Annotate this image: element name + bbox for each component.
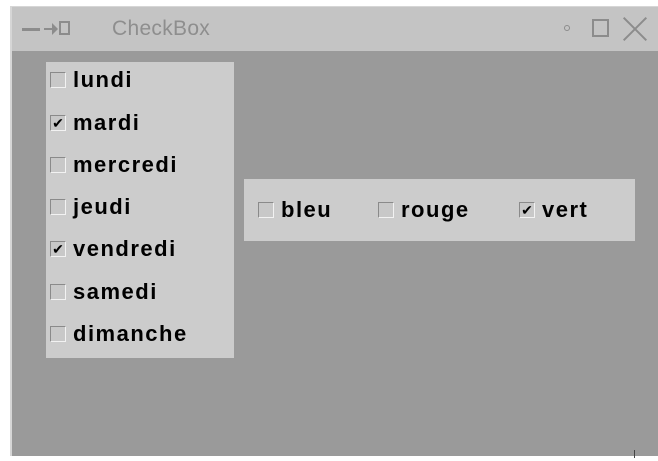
checkbox-box[interactable] <box>258 202 274 218</box>
colors-panel: bleu rouge ✔ vert <box>244 179 635 241</box>
checkbox-label: samedi <box>73 279 158 304</box>
checkbox-label: dimanche <box>73 321 188 346</box>
menu-icon[interactable] <box>22 28 40 31</box>
checkbox-box[interactable] <box>50 199 66 215</box>
checkbox-label: lundi <box>73 67 134 92</box>
checkbox-label: jeudi <box>73 194 132 219</box>
checkbox-box[interactable]: ✔ <box>519 202 535 218</box>
checkbox-box[interactable] <box>50 284 66 300</box>
days-panel: lundi ✔ mardi mercredi jeudi ✔ vendredi … <box>46 62 234 358</box>
maximize-icon[interactable] <box>592 19 609 37</box>
checkbox-label: vendredi <box>73 236 177 261</box>
checkbox-label: mercredi <box>73 152 178 177</box>
checkbox-label: mardi <box>73 110 141 135</box>
checkbox-window: CheckBox lundi ✔ mardi mercredi jeudi ✔ … <box>10 6 658 456</box>
close-icon[interactable] <box>621 15 649 43</box>
checkbox-box[interactable]: ✔ <box>50 115 66 131</box>
checkbox-box[interactable] <box>378 202 394 218</box>
window-title: CheckBox <box>112 17 211 40</box>
checkbox-label: rouge <box>401 197 470 222</box>
minimize-icon[interactable] <box>564 25 570 31</box>
checkbox-box[interactable] <box>50 326 66 342</box>
checkbox-label: bleu <box>281 197 333 222</box>
resize-grip[interactable] <box>634 450 635 458</box>
checkbox-box[interactable] <box>50 72 66 88</box>
pin-icon[interactable] <box>44 18 84 40</box>
checkbox-box[interactable]: ✔ <box>50 241 66 257</box>
title-bar[interactable]: CheckBox <box>12 7 658 51</box>
checkbox-box[interactable] <box>50 157 66 173</box>
checkbox-label: vert <box>542 197 589 222</box>
